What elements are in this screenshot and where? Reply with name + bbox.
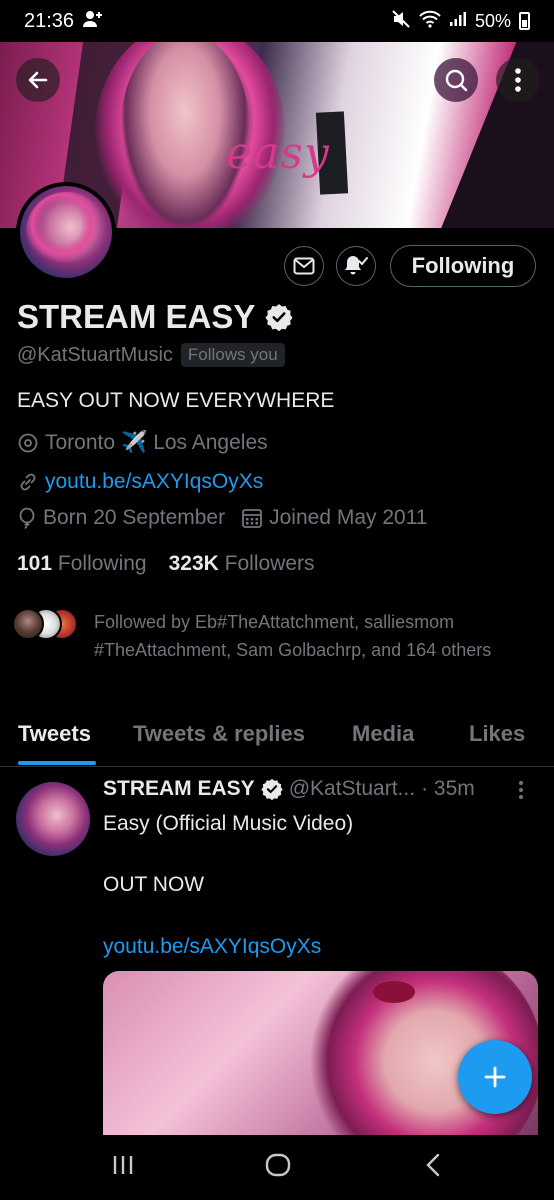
arrow-left-icon bbox=[28, 71, 48, 89]
tweet-more-button[interactable] bbox=[518, 780, 524, 806]
link-icon bbox=[20, 473, 36, 491]
verified-badge-icon bbox=[265, 304, 293, 331]
following-button[interactable]: Following bbox=[390, 245, 536, 287]
tab-media[interactable]: Media bbox=[352, 721, 414, 747]
notifications-button[interactable] bbox=[336, 246, 376, 286]
profile-link[interactable]: youtu.be/sAXYIqsOyXs bbox=[45, 470, 263, 494]
status-time: 21:36 bbox=[24, 9, 75, 32]
follow-counts: 101 Following 323K Followers bbox=[17, 552, 315, 576]
search-button[interactable] bbox=[434, 58, 478, 102]
location-pin-icon bbox=[18, 433, 38, 453]
more-options-button[interactable] bbox=[496, 58, 540, 102]
signal-icon bbox=[449, 11, 467, 32]
back-button[interactable] bbox=[16, 58, 60, 102]
home-button[interactable] bbox=[265, 1153, 291, 1182]
recent-apps-icon bbox=[113, 1156, 133, 1174]
chevron-left-icon bbox=[426, 1153, 440, 1177]
message-button[interactable] bbox=[284, 246, 324, 286]
balloon-icon bbox=[19, 507, 35, 529]
tweet-header: STREAM EASY @KatStuart... · 35m bbox=[103, 777, 541, 801]
followed-by-text: Followed by Eb#TheAttatchment, salliesmo… bbox=[94, 612, 492, 660]
compose-tweet-button[interactable] bbox=[458, 1040, 532, 1114]
following-count-link[interactable]: 101 Following bbox=[17, 552, 147, 576]
home-icon bbox=[265, 1153, 291, 1177]
joined-date: Joined May 2011 bbox=[269, 506, 428, 529]
wifi-icon bbox=[419, 10, 441, 33]
followed-by-row[interactable]: Followed by Eb#TheAttatchment, salliesmo… bbox=[12, 608, 491, 660]
followers-count-link[interactable]: 323K Followers bbox=[169, 552, 315, 576]
tab-tweets[interactable]: Tweets bbox=[18, 721, 91, 747]
following-count: 101 bbox=[17, 552, 53, 575]
following-label: Following bbox=[57, 552, 147, 575]
profile-avatar[interactable] bbox=[16, 182, 116, 282]
born-date: Born 20 September bbox=[43, 506, 226, 529]
plus-icon bbox=[484, 1066, 506, 1088]
profile-tabs: Tweets Tweets & replies Media Likes bbox=[0, 711, 554, 767]
tweet-link[interactable]: youtu.be/sAXYIqsOyXs bbox=[103, 935, 321, 959]
more-vertical-icon bbox=[515, 68, 521, 92]
status-bar: 21:36 50% bbox=[0, 0, 554, 42]
link-row[interactable]: youtu.be/sAXYIqsOyXs bbox=[17, 470, 263, 494]
profile-display-name: STREAM EASY bbox=[17, 298, 293, 336]
tweet-author-handle: @KatStuart... bbox=[288, 777, 416, 800]
handle-row: @KatStuartMusic Follows you bbox=[17, 343, 285, 367]
person-add-icon bbox=[82, 10, 104, 33]
profile-bio: EASY OUT NOW EVERYWHERE bbox=[17, 389, 335, 412]
tweet-avatar[interactable] bbox=[16, 782, 90, 856]
tab-tweets-replies[interactable]: Tweets & replies bbox=[133, 721, 305, 747]
calendar-icon bbox=[242, 509, 263, 528]
mail-icon bbox=[293, 257, 315, 275]
location-from: Toronto bbox=[45, 431, 116, 454]
tweet-text-line: Easy (Official Music Video) bbox=[103, 812, 354, 835]
location-to: Los Angeles bbox=[153, 431, 268, 454]
bell-check-icon bbox=[345, 256, 368, 275]
avatar bbox=[12, 608, 44, 640]
recent-apps-button[interactable] bbox=[111, 1153, 135, 1182]
tab-likes[interactable]: Likes bbox=[469, 721, 525, 747]
banner-word: easy bbox=[226, 128, 330, 179]
verified-badge-icon bbox=[261, 778, 283, 800]
display-name-text: STREAM EASY bbox=[17, 298, 256, 335]
search-icon bbox=[445, 69, 468, 92]
tweet-time: · 35m bbox=[421, 777, 475, 800]
back-nav-button[interactable] bbox=[424, 1153, 442, 1182]
dates-row: Born 20 September Joined May 2011 bbox=[17, 506, 428, 530]
active-tab-indicator bbox=[18, 761, 96, 765]
followers-count: 323K bbox=[168, 552, 219, 575]
profile-handle: @KatStuartMusic bbox=[17, 343, 173, 366]
system-nav-bar bbox=[0, 1135, 554, 1200]
follows-you-badge: Follows you bbox=[180, 343, 285, 367]
more-vertical-icon bbox=[519, 781, 523, 799]
followed-by-avatars bbox=[12, 608, 78, 644]
battery-percent: 50% bbox=[474, 10, 511, 31]
battery-icon bbox=[519, 12, 530, 30]
tweet-text-line: OUT NOW bbox=[103, 873, 205, 896]
tweet-author-name[interactable]: STREAM EASY bbox=[103, 777, 255, 801]
silent-icon bbox=[391, 9, 411, 34]
airplane-emoji: ✈️ bbox=[121, 431, 148, 454]
followers-label: Followers bbox=[224, 552, 315, 575]
location-row: Toronto ✈️ Los Angeles bbox=[17, 431, 268, 455]
